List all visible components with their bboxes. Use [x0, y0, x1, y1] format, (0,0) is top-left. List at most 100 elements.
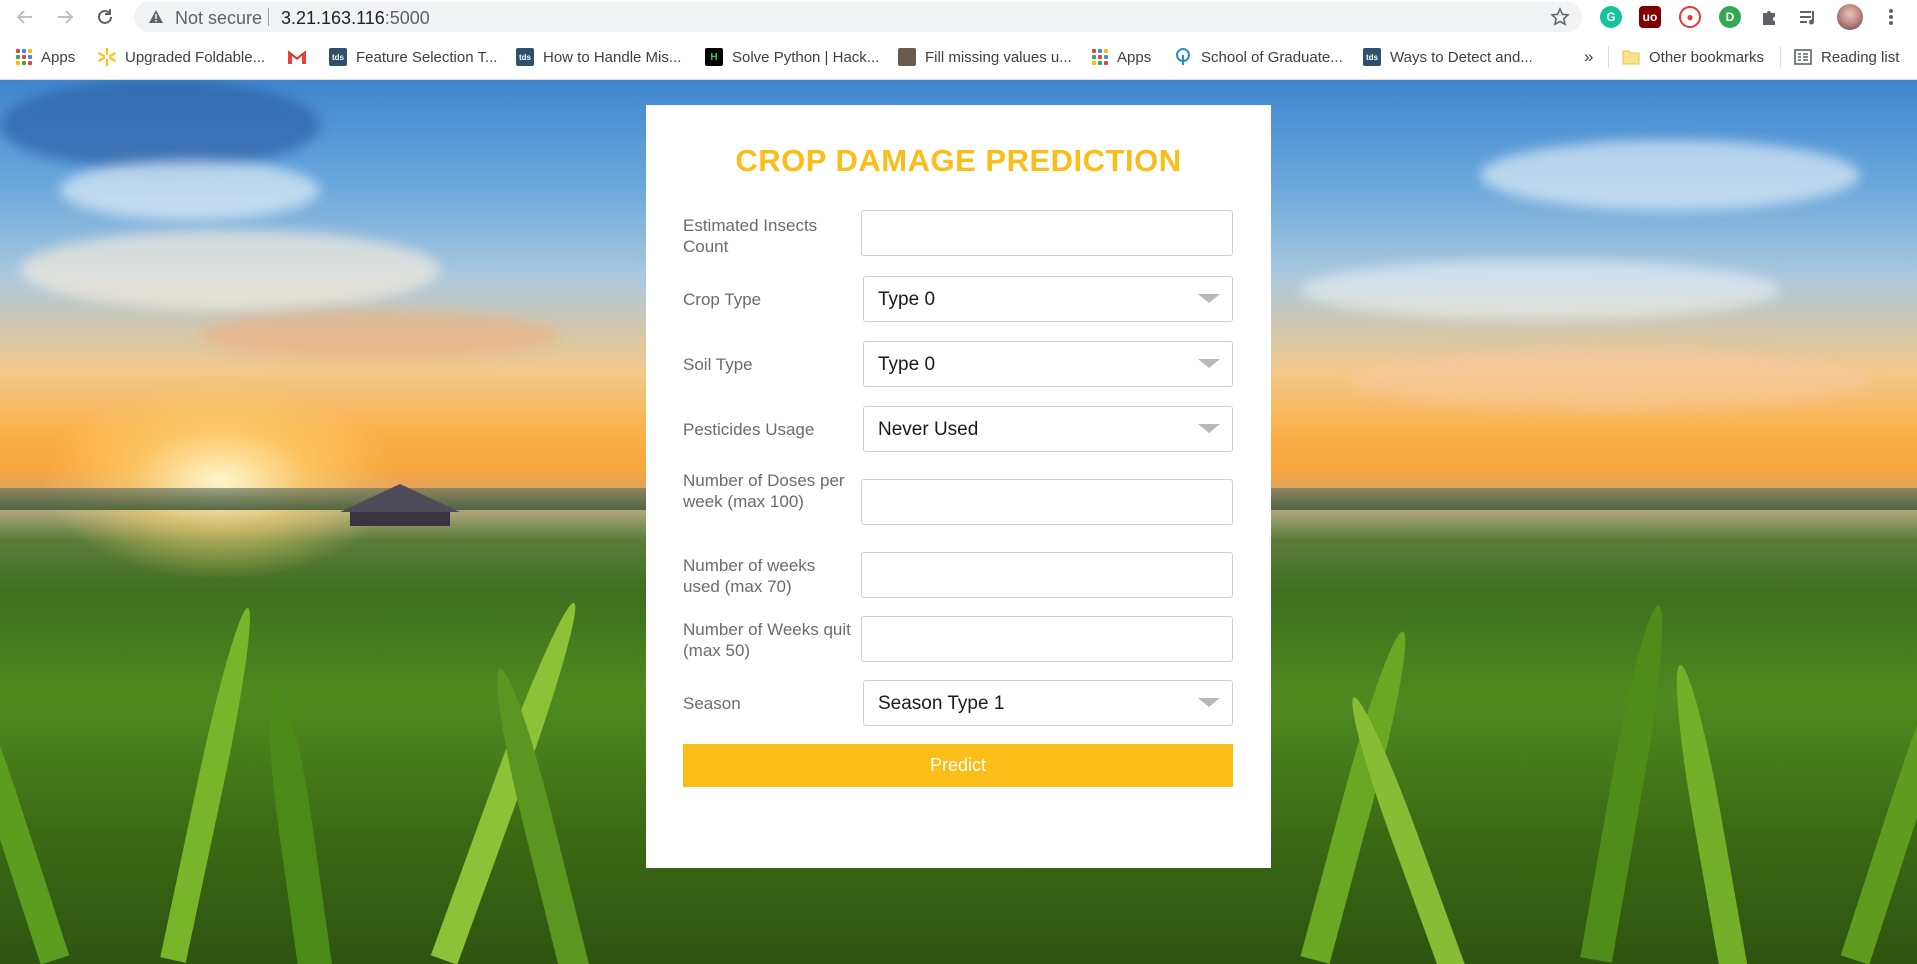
farm-hut-base — [350, 512, 450, 526]
reload-icon — [98, 9, 112, 24]
bookmark-how-to-handle[interactable]: tds How to Handle Mis... — [516, 46, 681, 68]
bookmark-feature-selection[interactable]: tds Feature Selection T... — [329, 46, 497, 68]
record-extension-icon[interactable]: ● — [1679, 6, 1701, 28]
grammarly-extension-icon[interactable]: G — [1600, 6, 1622, 28]
cloud — [1350, 350, 1870, 410]
crop-type-select[interactable]: Type 0 — [863, 276, 1233, 322]
reload-button[interactable] — [92, 4, 118, 30]
media-control-icon[interactable] — [1797, 6, 1819, 28]
security-status[interactable]: Not secure — [175, 8, 262, 29]
weeks-quit-label: Number of Weeks quit (max 50) — [683, 620, 851, 660]
bookmark-upgraded-foldable[interactable]: Upgraded Foldable... — [98, 46, 265, 68]
soil-type-value: Type 0 — [878, 354, 936, 375]
dropdown-caret-icon — [1198, 359, 1220, 368]
bookmark-star-icon[interactable] — [1550, 7, 1570, 27]
bookmark-label: Ways to Detect and... — [1390, 48, 1533, 66]
insects-count-input[interactable] — [861, 210, 1233, 256]
dropdown-caret-icon — [1198, 424, 1220, 433]
weeks-used-label: Number of weeks used (max 70) — [683, 556, 816, 596]
bookmark-solve-python[interactable]: H Solve Python | Hack... — [705, 46, 879, 68]
weeks-quit-input[interactable] — [861, 616, 1233, 662]
cloud — [60, 160, 320, 220]
other-bookmarks-label: Other bookmarks — [1649, 48, 1765, 66]
doses-per-week-label: Number of Doses per week (max 100) — [683, 471, 845, 511]
cloud — [0, 80, 320, 170]
url-port: :5000 — [384, 8, 430, 28]
pesticides-usage-value: Never Used — [878, 419, 979, 440]
soil-type-select[interactable]: Type 0 — [863, 341, 1233, 387]
url-text[interactable]: 3.21.163.116:5000 — [281, 8, 430, 29]
reading-list-label: Reading list — [1821, 48, 1900, 66]
chrome-menu-icon[interactable] — [1880, 6, 1902, 28]
corn-leaf — [0, 651, 70, 964]
tree-logo-icon — [1176, 48, 1190, 65]
sunset-glow — [40, 380, 400, 580]
bookmark-apps[interactable]: Apps — [16, 46, 75, 68]
hackerrank-icon: H — [705, 48, 723, 66]
ublock-extension-icon[interactable]: uo — [1639, 6, 1661, 28]
bookmark-school-graduate[interactable]: School of Graduate... — [1174, 46, 1343, 68]
folder-icon — [1622, 50, 1640, 65]
pesticides-usage-label: Pesticides Usage — [683, 420, 815, 439]
corn-leaf — [258, 680, 334, 964]
back-arrow-icon — [16, 10, 32, 24]
bookmark-apps-2[interactable]: Apps — [1092, 46, 1151, 68]
browser-toolbar: Not secure 3.21.163.116:5000 G uo ● D — [0, 0, 1917, 34]
dropdown-caret-icon — [1198, 698, 1220, 707]
prediction-form-card: CROP DAMAGE PREDICTION Estimated Insects… — [646, 105, 1271, 868]
cloud — [1480, 140, 1860, 210]
predict-button[interactable]: Predict — [683, 744, 1233, 787]
corn-leaf — [1580, 602, 1675, 963]
corn-leaf — [160, 605, 261, 963]
bookmark-label: How to Handle Mis... — [543, 48, 682, 66]
bookmark-gmail[interactable] — [287, 46, 307, 68]
bookmark-label: Solve Python | Hack... — [732, 48, 880, 66]
bookmark-label: Apps — [41, 48, 76, 66]
doses-per-week-input[interactable] — [861, 479, 1233, 525]
d-extension-icon[interactable]: D — [1719, 6, 1741, 28]
walmart-spark-icon — [98, 48, 116, 66]
bookmarks-divider — [1608, 46, 1609, 68]
other-bookmarks-folder[interactable]: Other bookmarks — [1622, 46, 1764, 68]
forward-button[interactable] — [52, 4, 78, 30]
insects-count-label: Estimated Insects Count — [683, 216, 818, 256]
season-value: Season Type 1 — [878, 693, 1005, 714]
omnibox-divider — [268, 8, 269, 26]
profile-avatar[interactable] — [1837, 4, 1863, 30]
extensions-puzzle-icon[interactable] — [1758, 6, 1780, 28]
bookmark-label: Feature Selection T... — [356, 48, 498, 66]
address-bar[interactable]: Not secure 3.21.163.116:5000 — [134, 2, 1582, 32]
reading-list-button[interactable]: Reading list — [1794, 46, 1899, 68]
bookmark-ways-to-detect[interactable]: tds Ways to Detect and... — [1363, 46, 1533, 68]
corn-leaf — [1666, 662, 1748, 964]
bookmarks-divider — [1780, 46, 1781, 68]
gmail-icon — [287, 50, 307, 64]
back-button[interactable] — [12, 4, 38, 30]
cloud — [200, 310, 560, 360]
reading-list-icon — [1794, 49, 1812, 65]
bookmark-fill-missing[interactable]: Fill missing values u... — [898, 46, 1072, 68]
person-favicon-icon — [898, 48, 916, 66]
season-select[interactable]: Season Type 1 — [863, 680, 1233, 726]
bookmarks-overflow-button[interactable]: » — [1584, 46, 1593, 68]
weeks-used-input[interactable] — [861, 552, 1233, 598]
url-host: 3.21.163.116 — [281, 8, 385, 28]
tds-favicon-icon: tds — [329, 48, 347, 66]
cloud — [20, 230, 440, 310]
crop-type-value: Type 0 — [878, 289, 936, 310]
tds-favicon-icon: tds — [1363, 48, 1381, 66]
bookmark-label: School of Graduate... — [1201, 48, 1343, 66]
forward-arrow-icon — [58, 10, 74, 24]
page-title: CROP DAMAGE PREDICTION — [735, 143, 1182, 178]
pesticides-usage-select[interactable]: Never Used — [863, 406, 1233, 452]
bookmark-label: Upgraded Foldable... — [125, 48, 266, 66]
overflow-chevron-icon: » — [1584, 47, 1594, 66]
corn-leaf — [1840, 632, 1917, 964]
tds-favicon-icon: tds — [516, 48, 534, 66]
soil-type-label: Soil Type — [683, 355, 753, 374]
farm-hut-roof — [340, 484, 460, 512]
bookmark-label: Apps — [1117, 48, 1152, 66]
apps-grid-icon — [16, 49, 32, 65]
crop-type-label: Crop Type — [683, 290, 762, 309]
bookmark-label: Fill missing values u... — [925, 48, 1072, 66]
